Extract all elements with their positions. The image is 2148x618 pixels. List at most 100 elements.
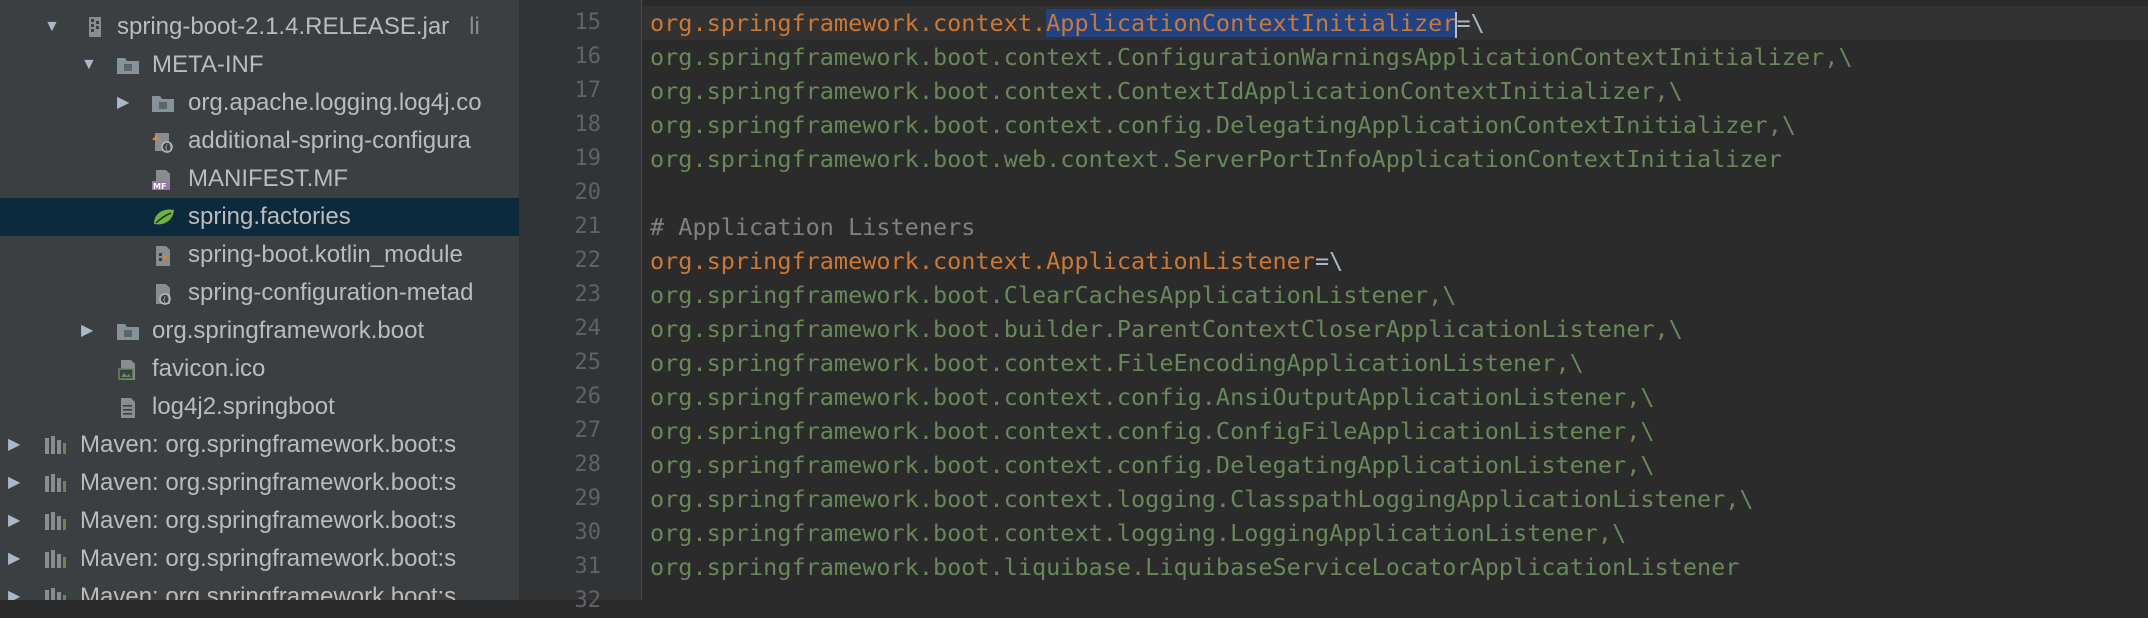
property-value: org.springframework.boot.context.config.… xyxy=(650,111,1797,139)
json-file-icon: {} xyxy=(151,282,173,305)
tree-item-manifest[interactable]: MF MANIFEST.MF xyxy=(0,160,519,198)
code-line[interactable] xyxy=(642,176,2148,210)
jar-icon xyxy=(84,16,106,38)
tree-item-label: spring-boot-2.1.4.RELEASE.jar xyxy=(117,13,450,40)
tree-item-label: Maven: org.springframework.boot:s xyxy=(80,507,457,534)
property-value: org.springframework.boot.context.config.… xyxy=(650,383,1655,411)
code-line[interactable]: org.springframework.boot.context.config.… xyxy=(642,380,2148,414)
code-line[interactable]: org.springframework.boot.web.context.Ser… xyxy=(642,142,2148,176)
chevron-right-icon[interactable]: ▶ xyxy=(81,312,93,350)
code-line[interactable]: org.springframework.boot.context.logging… xyxy=(642,482,2148,516)
tree-item-org-apache-logging[interactable]: ▶ org.apache.logging.log4j.co xyxy=(0,84,519,122)
code-line[interactable]: org.springframework.boot.builder.ParentC… xyxy=(642,312,2148,346)
manifest-file-icon: MF xyxy=(151,168,173,191)
code-line[interactable]: org.springframework.boot.context.config.… xyxy=(642,414,2148,448)
json-file-icon: {} xyxy=(151,130,173,153)
tree-item-maven-library[interactable]: ▶ Maven: org.springframework.boot:s xyxy=(0,540,519,578)
selected-text: ApplicationContextInitializer xyxy=(1046,9,1457,37)
project-tree: ▼ spring-boot-2.1.4.RELEASE.jar li ▼ META… xyxy=(0,0,519,600)
line-number: 32 xyxy=(574,588,602,613)
tree-item-maven-library[interactable]: ▶ Maven: org.springframework.boot:s xyxy=(0,578,519,600)
code-line[interactable]: org.springframework.boot.context.config.… xyxy=(642,108,2148,142)
line-number: 29 xyxy=(574,486,602,511)
property-value: org.springframework.boot.web.context.Ser… xyxy=(650,145,1782,173)
tree-item-suffix: li xyxy=(469,13,480,40)
package-folder-icon xyxy=(116,320,139,342)
line-number: 30 xyxy=(574,520,602,545)
tree-item-label: Maven: org.springframework.boot:s xyxy=(80,545,457,572)
property-value: org.springframework.boot.context.logging… xyxy=(650,485,1754,513)
line-number: 25 xyxy=(574,350,602,375)
chevron-right-icon[interactable]: ▶ xyxy=(8,502,20,540)
tree-item-maven-library[interactable]: ▶ Maven: org.springframework.boot:s xyxy=(0,426,519,464)
line-number: 26 xyxy=(574,384,602,409)
tree-item-label: Maven: org.springframework.boot:s xyxy=(80,583,457,600)
spring-factories-icon xyxy=(151,206,174,228)
maven-library-icon xyxy=(44,510,66,532)
code-line[interactable]: org.springframework.boot.liquibase.Liqui… xyxy=(642,550,2148,584)
chevron-down-icon[interactable]: ▼ xyxy=(44,8,60,46)
tree-item-label: spring.factories xyxy=(188,203,351,230)
code-editor[interactable]: org.springframework.context.ApplicationC… xyxy=(642,0,2148,600)
comment: # Application Listeners xyxy=(650,213,976,241)
property-key: org.springframework.context.ApplicationL… xyxy=(650,247,1315,275)
code-line[interactable]: org.springframework.boot.context.Context… xyxy=(642,74,2148,108)
property-value: org.springframework.boot.context.config.… xyxy=(650,417,1655,445)
line-number: 31 xyxy=(574,554,602,579)
tree-item-org-springframework-boot[interactable]: ▶ org.springframework.boot xyxy=(0,312,519,350)
tree-item-spring-factories[interactable]: spring.factories xyxy=(0,198,519,236)
property-value: org.springframework.boot.ClearCachesAppl… xyxy=(650,281,1457,309)
code-line[interactable]: org.springframework.boot.context.config.… xyxy=(642,448,2148,482)
svg-text:MF: MF xyxy=(153,182,166,191)
property-value: org.springframework.boot.context.Configu… xyxy=(650,43,1853,71)
line-number: 28 xyxy=(574,452,602,477)
chevron-right-icon[interactable]: ▶ xyxy=(8,464,20,502)
line-number: 15 xyxy=(574,10,602,35)
tree-item-maven-library[interactable]: ▶ Maven: org.springframework.boot:s xyxy=(0,502,519,540)
property-value: org.springframework.boot.builder.ParentC… xyxy=(650,315,1683,343)
property-value: org.springframework.boot.context.config.… xyxy=(650,451,1655,479)
maven-library-icon xyxy=(44,548,66,570)
tree-item-favicon[interactable]: favicon.ico xyxy=(0,350,519,388)
folder-icon xyxy=(116,54,139,76)
tree-item-label: org.apache.logging.log4j.co xyxy=(188,89,482,116)
code-line[interactable]: org.springframework.boot.ClearCachesAppl… xyxy=(642,278,2148,312)
code-line[interactable]: org.springframework.boot.context.Configu… xyxy=(642,40,2148,74)
tree-item-additional-spring-config[interactable]: {} additional-spring-configura xyxy=(0,122,519,160)
tree-item-label: additional-spring-configura xyxy=(188,127,471,154)
tree-item-log4j2-springboot[interactable]: log4j2.springboot xyxy=(0,388,519,426)
code-line-current[interactable]: org.springframework.context.ApplicationC… xyxy=(642,6,2148,40)
assignment-operator: =\ xyxy=(1456,9,1485,37)
line-number: 19 xyxy=(574,146,602,171)
tree-item-spring-config-metadata[interactable]: {} spring-configuration-metad xyxy=(0,274,519,312)
tree-item-kotlin-module[interactable]: spring-boot.kotlin_module xyxy=(0,236,519,274)
line-number: 21 xyxy=(574,214,602,239)
line-number: 27 xyxy=(574,418,602,443)
code-line[interactable]: # Application Listeners xyxy=(642,210,2148,244)
property-value: org.springframework.boot.context.Context… xyxy=(650,77,1683,105)
tree-item-meta-inf[interactable]: ▼ META-INF xyxy=(0,46,519,84)
chevron-down-icon[interactable]: ▼ xyxy=(81,46,97,84)
property-value: org.springframework.boot.context.FileEnc… xyxy=(650,349,1584,377)
tree-item-label: Maven: org.springframework.boot:s xyxy=(80,469,457,496)
tree-item-label: log4j2.springboot xyxy=(152,393,335,420)
property-value: org.springframework.boot.context.logging… xyxy=(650,519,1627,547)
maven-library-icon xyxy=(44,472,66,494)
line-number: 17 xyxy=(574,78,602,103)
code-line[interactable]: org.springframework.context.ApplicationL… xyxy=(642,244,2148,278)
line-number: 18 xyxy=(574,112,602,137)
module-file-icon xyxy=(151,244,173,266)
chevron-right-icon[interactable]: ▶ xyxy=(8,426,20,464)
line-number: 20 xyxy=(574,180,602,205)
code-line[interactable]: org.springframework.boot.context.FileEnc… xyxy=(642,346,2148,380)
chevron-right-icon[interactable]: ▶ xyxy=(117,84,129,122)
line-number: 23 xyxy=(574,282,602,307)
tree-item-spring-boot-jar[interactable]: ▼ spring-boot-2.1.4.RELEASE.jar li xyxy=(0,8,519,46)
chevron-right-icon[interactable]: ▶ xyxy=(8,540,20,578)
chevron-right-icon[interactable]: ▶ xyxy=(8,578,20,600)
maven-library-icon xyxy=(44,586,66,600)
property-value: org.springframework.boot.liquibase.Liqui… xyxy=(650,553,1740,581)
image-file-icon xyxy=(116,358,138,380)
code-line[interactable]: org.springframework.boot.context.logging… xyxy=(642,516,2148,550)
tree-item-maven-library[interactable]: ▶ Maven: org.springframework.boot:s xyxy=(0,464,519,502)
